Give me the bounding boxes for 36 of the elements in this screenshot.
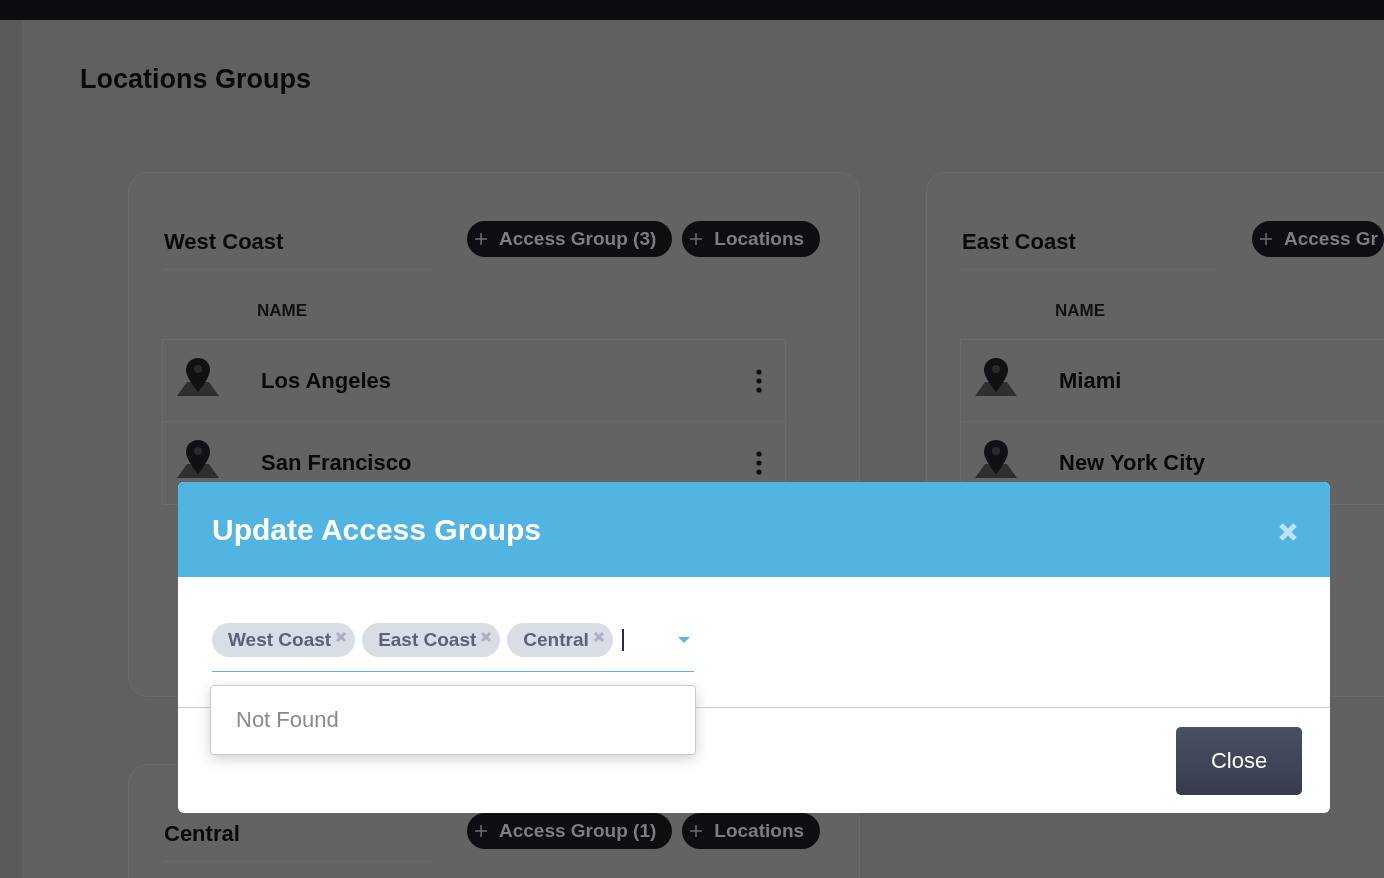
page-title: Locations Groups	[80, 63, 313, 96]
tag-label: East Coast	[378, 629, 477, 651]
location-row[interactable]: Miami	[960, 339, 1384, 422]
dialog-title: Update Access Groups	[212, 512, 541, 547]
location-name: New York City	[1059, 450, 1206, 476]
plus-icon	[475, 233, 487, 245]
add-button[interactable]: Access Gr	[1252, 221, 1384, 257]
group-title: East Coast	[962, 221, 1217, 270]
remove-icon[interactable]	[592, 631, 605, 643]
no-results-text: Not Found	[236, 707, 339, 733]
more-icon[interactable]	[756, 368, 762, 393]
location-name: San Francisco	[261, 450, 413, 476]
add-button[interactable]: Access Group (3)	[467, 221, 673, 257]
add-button[interactable]: Access Group (1)	[467, 813, 673, 849]
remove-icon[interactable]	[480, 631, 493, 643]
plus-icon	[690, 233, 703, 245]
add-button[interactable]: Locations	[682, 813, 821, 849]
plus-icon	[690, 825, 703, 837]
location-name: Los Angeles	[261, 367, 392, 394]
tag-select-field[interactable]: West Coast East Coast Central	[212, 623, 694, 672]
dropdown-caret-icon[interactable]	[678, 637, 690, 643]
tag-label: West Coast	[228, 629, 332, 651]
close-button[interactable]: Close	[1176, 727, 1302, 795]
location-row[interactable]: Los Angeles	[162, 339, 786, 422]
close-icon[interactable]	[1278, 521, 1298, 542]
column-header: NAME	[1055, 300, 1107, 322]
group-title: West Coast	[164, 221, 432, 270]
tag-label: Central	[523, 629, 589, 651]
add-button[interactable]: Locations	[682, 221, 821, 257]
column-header: NAME	[257, 300, 309, 322]
plus-icon	[475, 825, 487, 837]
more-icon[interactable]	[756, 451, 762, 475]
text-cursor	[621, 629, 624, 651]
plus-icon	[1260, 233, 1272, 245]
remove-icon[interactable]	[335, 631, 348, 643]
location-name: Miami	[1059, 367, 1123, 394]
